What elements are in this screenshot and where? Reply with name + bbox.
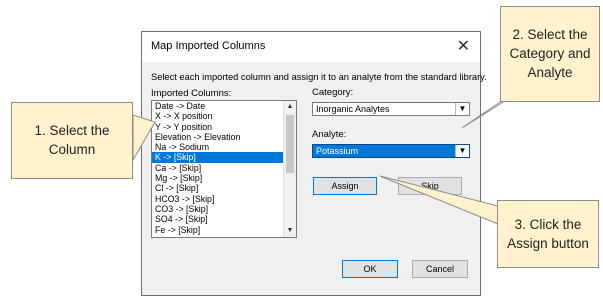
callout-1-line-2: Column [48, 142, 96, 157]
callout-2-line-2: Category and [509, 46, 591, 61]
callout-1-pointer [132, 114, 156, 162]
callout-select-category: 2. Select the Category and Analyte [500, 6, 600, 102]
callout-2-line-1: 2. Select the [512, 27, 588, 42]
callout-select-column: 1. Select the Column [11, 102, 133, 179]
callout-3-line-1: 3. Click the [514, 217, 582, 232]
callout-click-assign: 3. Click the Assign button [497, 200, 599, 268]
callout-3-line-2: Assign button [507, 236, 589, 251]
callout-1-line-1: 1. Select the [34, 123, 110, 138]
callout-2-line-3: Analyte [527, 65, 573, 80]
callout-3-pointer [379, 175, 499, 225]
